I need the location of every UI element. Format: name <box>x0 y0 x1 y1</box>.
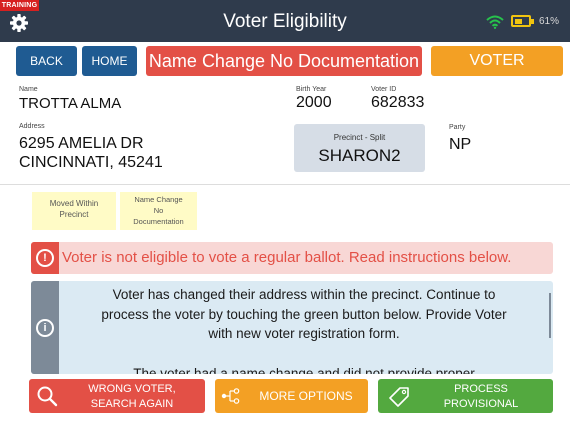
precinct-value: SHARON2 <box>318 146 401 165</box>
instruction-line: The voter had a name change and did not … <box>133 365 475 375</box>
precinct-label: Precinct - Split <box>333 133 386 142</box>
address-line1: 6295 AMELIA DR <box>19 135 144 152</box>
instruction-line: Voter has changed their address within t… <box>112 287 496 302</box>
battery-level <box>515 19 523 24</box>
back-button[interactable]: BACK <box>16 46 77 76</box>
birth-year-label: Birth Year <box>296 86 327 93</box>
tag-line: Moved Within <box>49 199 99 208</box>
instructions-box[interactable]: i Voter has changed their address within… <box>31 281 553 374</box>
party-label: Party <box>449 124 466 131</box>
battery-percent: 61% <box>539 16 560 27</box>
precinct-split-box: Precinct - Split SHARON2 <box>294 124 425 172</box>
ineligible-alert: ! Voter is not eligible to vote a regula… <box>31 242 553 274</box>
process-line2: PROVISIONAL <box>443 398 519 410</box>
address-label: Address <box>19 123 45 130</box>
instruction-line: with new voter registration form. <box>208 326 400 341</box>
instructions-text: Voter has changed their address within t… <box>63 285 545 374</box>
info-icon: i <box>36 319 54 337</box>
tag-line: Precinct <box>59 210 89 219</box>
options-icon <box>221 388 240 404</box>
tag-moved-within-precinct: Moved Within Precinct <box>32 192 116 230</box>
birth-year: 2000 <box>296 94 332 111</box>
alert-text: Voter is not eligible to vote a regular … <box>62 249 512 266</box>
wifi-icon <box>486 15 504 29</box>
name-change-no-documentation-button[interactable]: Name Change No Documentation <box>146 46 422 76</box>
info-side: i <box>31 281 59 374</box>
address-line2: CINCINNATI, 45241 <box>19 154 163 171</box>
tag-icon <box>389 387 409 407</box>
wrong-voter-line2: SEARCH AGAIN <box>90 398 174 410</box>
voter-id-label: Voter ID <box>371 86 397 93</box>
alert-side: ! <box>31 242 59 274</box>
party-value: NP <box>449 136 472 153</box>
more-options-button[interactable]: MORE OPTIONS <box>215 379 368 413</box>
battery-icon <box>511 15 534 27</box>
tag-line: No <box>153 206 164 215</box>
page-title: Voter Eligibility <box>223 11 347 32</box>
process-provisional-button[interactable]: PROCESS PROVISIONAL <box>378 379 553 413</box>
voter-id: 682833 <box>371 94 425 111</box>
wrong-voter-line1: WRONG VOTER, <box>88 383 176 395</box>
wrong-voter-search-again-button[interactable]: WRONG VOTER, SEARCH AGAIN <box>29 379 205 413</box>
instruction-line: process the voter by touching the green … <box>101 306 507 322</box>
home-button[interactable]: HOME <box>82 46 137 76</box>
more-options-label: MORE OPTIONS <box>259 389 353 403</box>
voter-changes-button[interactable]: VOTER CHANGES <box>431 46 563 99</box>
tag-line: Documentation <box>133 217 184 226</box>
name-label: Name <box>19 86 38 93</box>
tag-name-change-no-documentation: Name Change No Documentation <box>120 192 197 230</box>
header-bar: TRAINING Voter Eligibility 61% <box>0 0 570 42</box>
instructions-scrollbar[interactable] <box>549 293 551 338</box>
voter-name: TROTTA ALMA <box>19 95 122 112</box>
divider <box>0 184 570 185</box>
exclamation-icon: ! <box>36 249 54 267</box>
search-icon <box>37 386 58 407</box>
process-line1: PROCESS <box>454 383 508 395</box>
tag-line: Name Change <box>134 195 183 204</box>
